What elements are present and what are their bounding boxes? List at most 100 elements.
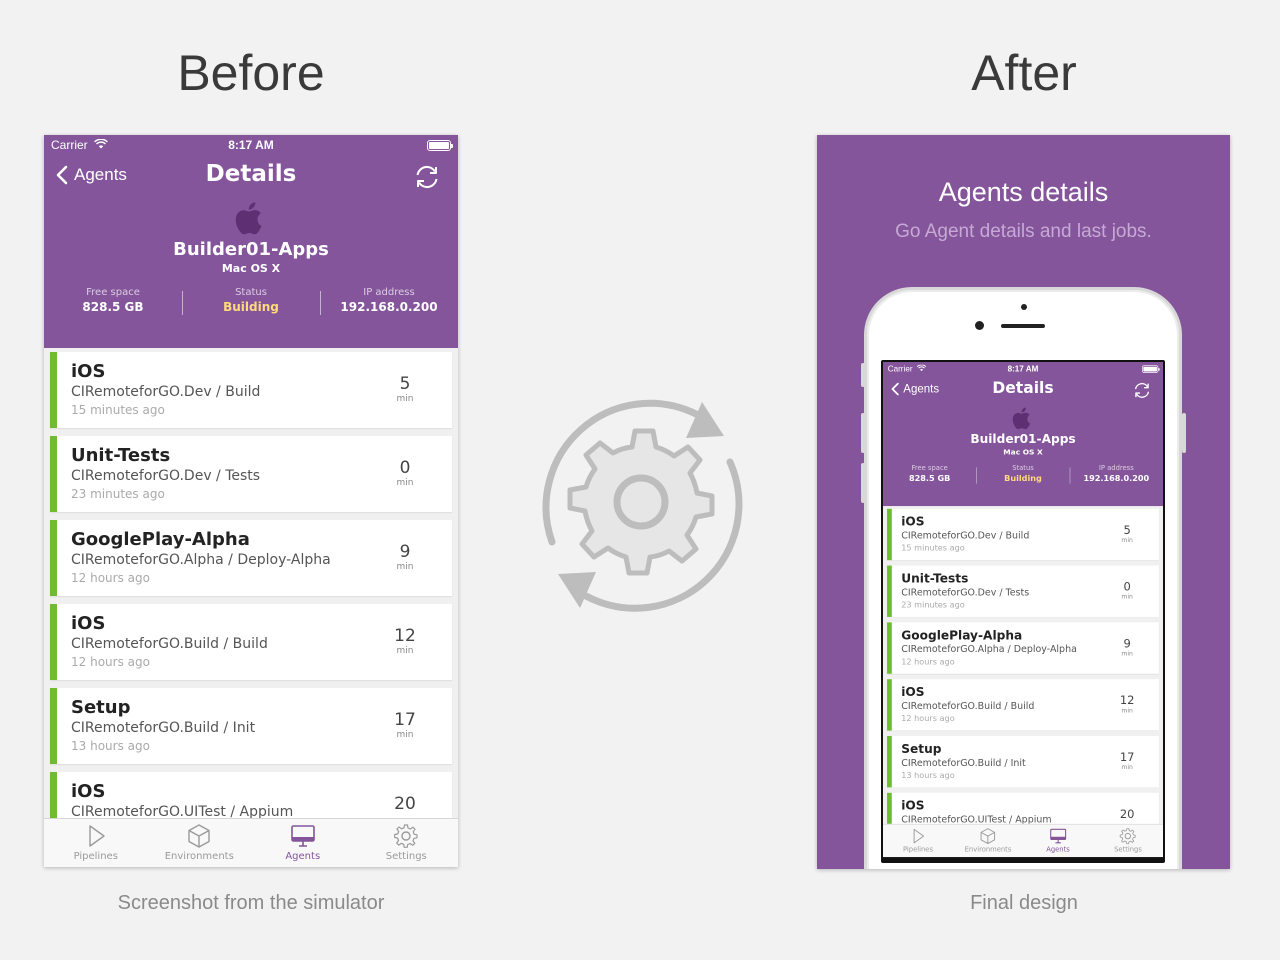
back-button[interactable]: Agents xyxy=(56,165,127,185)
before-heading: Before xyxy=(177,45,325,101)
job-duration-unit: min xyxy=(396,394,414,404)
job-row[interactable]: iOS CIRemoteforGO.Dev / Build 15 minutes… xyxy=(50,352,452,428)
stat-free-space: Free space 828.5 GB xyxy=(883,465,976,483)
job-list[interactable]: iOS CIRemoteforGO.Dev / Build 15 minutes… xyxy=(883,506,1163,824)
tab-settings[interactable]: Settings xyxy=(355,819,459,867)
job-duration-value: 0 xyxy=(399,458,411,478)
job-duration-unit: min xyxy=(396,730,414,740)
job-duration-unit: min xyxy=(1121,764,1133,772)
tab-environments[interactable]: Environments xyxy=(148,819,252,867)
stat-label: IP address xyxy=(363,287,415,298)
job-row[interactable]: iOS CIRemoteforGO.UITest / Appium 20 xyxy=(887,792,1159,824)
stat-ip-address: IP address 192.168.0.200 xyxy=(1069,464,1163,484)
refresh-icon[interactable] xyxy=(414,164,440,190)
job-duration-value: 20 xyxy=(1119,807,1135,822)
job-duration-unit: min xyxy=(396,562,414,572)
job-duration: 5 min xyxy=(390,374,420,404)
tab-label: Settings xyxy=(385,851,427,862)
job-row[interactable]: Unit-Tests CIRemoteforGO.Dev / Tests 23 … xyxy=(887,565,1159,617)
stat-status: Status Building xyxy=(182,287,320,315)
tab-agents[interactable]: Agents xyxy=(251,819,355,867)
mockup-screen: Carrier 8:17 AM Agents Details Builder01… xyxy=(883,362,1163,858)
tab-bar: Pipelines Environments Agents Settings xyxy=(883,823,1163,858)
tab-label: Pipelines xyxy=(902,846,933,854)
job-duration-value: 12 xyxy=(1119,694,1135,708)
apple-icon xyxy=(235,202,262,235)
stat-label: Free space xyxy=(86,287,140,298)
stat-value: 828.5 GB xyxy=(82,300,144,314)
before-caption: Screenshot from the simulator xyxy=(117,892,385,914)
tab-pipelines[interactable]: Pipelines xyxy=(44,819,148,867)
stat-label: Status xyxy=(235,287,267,298)
job-row[interactable]: iOS CIRemoteforGO.Build / Build 12 hours… xyxy=(50,604,452,680)
monitor-icon xyxy=(1050,828,1066,844)
job-row[interactable]: Unit-Tests CIRemoteforGO.Dev / Tests 23 … xyxy=(50,436,452,512)
job-list[interactable]: iOS CIRemoteforGO.Dev / Build 15 minutes… xyxy=(44,348,458,818)
agent-summary: Builder01-Apps Mac OS X Free space 828.5… xyxy=(44,199,458,315)
job-row[interactable]: GooglePlay-Alpha CIRemoteforGO.Alpha / D… xyxy=(50,520,452,596)
agent-header: Carrier 8:17 AM Agents Details Builder01… xyxy=(883,362,1163,507)
job-row[interactable]: iOS CIRemoteforGO.Dev / Build 15 minutes… xyxy=(887,508,1159,561)
apple-icon xyxy=(1012,407,1031,430)
job-duration-value: 17 xyxy=(1119,750,1135,765)
job-duration-unit: min xyxy=(1121,707,1133,715)
job-duration-value: 0 xyxy=(1123,580,1131,594)
job-row[interactable]: iOS CIRemoteforGO.Build / Build 12 hours… xyxy=(887,679,1159,731)
nav-bar: Agents Details xyxy=(883,376,1163,403)
agent-os: Mac OS X xyxy=(221,262,281,275)
back-label: Agents xyxy=(74,165,127,184)
job-duration: 20 xyxy=(390,794,420,814)
job-duration: 17 min xyxy=(1117,751,1137,771)
status-badge: Building xyxy=(223,300,279,314)
tab-settings[interactable]: Settings xyxy=(1093,825,1163,857)
iphone-mockup: Carrier 8:17 AM Agents Details Builder01… xyxy=(864,287,1182,869)
job-duration-value: 5 xyxy=(1123,523,1131,538)
job-row[interactable]: GooglePlay-Alpha CIRemoteforGO.Alpha / D… xyxy=(887,622,1159,674)
tab-pipelines[interactable]: Pipelines xyxy=(883,825,953,857)
tab-label: Agents xyxy=(1046,846,1070,854)
job-duration: 0 min xyxy=(1117,580,1137,600)
tab-label: Settings xyxy=(1114,846,1142,854)
after-heading: After xyxy=(971,45,1077,101)
nav-bar: Agents Details xyxy=(44,155,458,195)
stat-ip-address: IP address 192.168.0.200 xyxy=(320,287,458,315)
job-row[interactable]: Setup CIRemoteforGO.Build / Init 13 hour… xyxy=(887,735,1159,788)
stat-label: IP address xyxy=(1098,464,1134,473)
job-time: 13 hours ago xyxy=(901,770,955,780)
tab-bar: Pipelines Environments Agents Settings xyxy=(44,818,458,867)
job-duration: 20 xyxy=(1117,808,1137,822)
play-icon xyxy=(913,828,924,844)
job-duration-unit: min xyxy=(1121,537,1133,544)
back-button[interactable]: Agents xyxy=(891,382,939,396)
job-time: 12 hours ago xyxy=(901,713,955,724)
sensor-dot xyxy=(1021,304,1027,310)
cube-icon xyxy=(980,828,996,844)
tab-label: Agents xyxy=(285,851,321,862)
job-duration-unit: min xyxy=(1121,650,1133,658)
tab-agents[interactable]: Agents xyxy=(1023,825,1093,857)
device-screen: Carrier 8:17 AM Agents Details Builder01… xyxy=(881,360,1165,863)
stat-value: 192.168.0.200 xyxy=(1083,473,1150,484)
refresh-icon[interactable] xyxy=(1133,382,1151,400)
job-time: 23 minutes ago xyxy=(901,600,965,610)
stat-label: Free space xyxy=(911,464,948,473)
play-icon xyxy=(89,825,105,847)
tab-environments[interactable]: Environments xyxy=(953,825,1023,857)
stat-value: 828.5 GB xyxy=(908,473,951,484)
chevron-left-icon xyxy=(891,382,899,396)
job-duration-value: 17 xyxy=(394,710,416,730)
stat-free-space: Free space 828.5 GB xyxy=(44,287,182,314)
agent-summary: Builder01-Apps Mac OS X Free space 828.5… xyxy=(883,405,1163,484)
battery-icon xyxy=(1142,365,1160,373)
chevron-left-icon xyxy=(56,165,68,185)
job-time: 15 minutes ago xyxy=(71,403,165,417)
job-duration-unit: min xyxy=(1121,593,1133,601)
job-duration-value: 9 xyxy=(399,542,411,562)
sync-gear-icon xyxy=(542,399,743,612)
job-row[interactable]: iOS CIRemoteforGO.UITest / Appium 20 xyxy=(50,772,452,818)
job-row[interactable]: Setup CIRemoteforGO.Build / Init 13 hour… xyxy=(50,688,452,764)
tab-label: Environments xyxy=(964,846,1012,854)
job-time: 12 hours ago xyxy=(71,571,150,585)
mute-switch xyxy=(861,363,865,387)
job-duration-unit: min xyxy=(396,478,414,488)
